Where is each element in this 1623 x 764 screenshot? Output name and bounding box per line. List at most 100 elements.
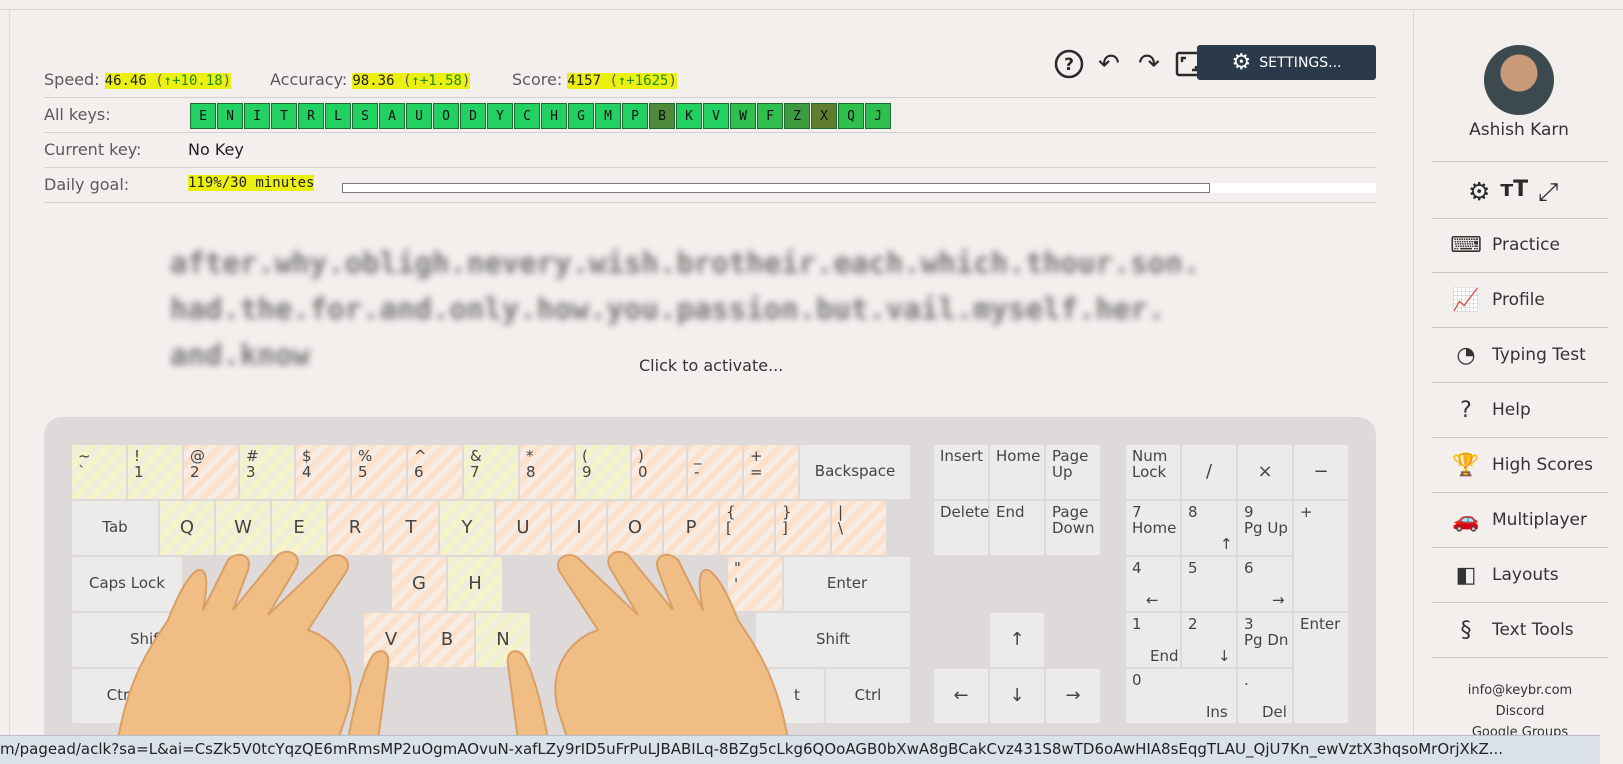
arrow-up-key: ↑ — [990, 613, 1044, 667]
sidebar-item-multiplayer[interactable]: 🚗 Multiplayer — [1432, 493, 1608, 547]
sidebar-item-label: High Scores — [1492, 455, 1593, 475]
backspace-key: Backspace — [800, 445, 910, 499]
key-progress-item[interactable]: C — [514, 103, 540, 129]
sidebar-item-label: Profile — [1492, 290, 1545, 310]
keyboard-key: Y — [440, 501, 494, 555]
keyboard-key: I — [552, 501, 606, 555]
score-label: Score: — [512, 70, 563, 89]
settings-label: SETTINGS... — [1259, 54, 1342, 71]
speed-value-wrap: 46.46 (↑+10.18) — [104, 73, 232, 89]
key-progress-item[interactable]: J — [865, 103, 891, 129]
speed-label: Speed: — [44, 70, 100, 89]
trophy-icon: 🏆 — [1452, 452, 1480, 478]
keyboard-key: + = — [744, 445, 798, 499]
keyboard-key: ( 9 — [576, 445, 630, 499]
settings-button[interactable]: ⚙ SETTINGS... — [1197, 45, 1376, 80]
sidebar-item-layouts[interactable]: ◧ Layouts — [1432, 548, 1608, 602]
sidebar-item-text-tools[interactable]: § Text Tools — [1432, 603, 1608, 657]
sidebar-item-profile[interactable]: 📈 Profile — [1432, 273, 1608, 327]
key-progress-item[interactable]: Q — [838, 103, 864, 129]
key-progress-item[interactable]: O — [433, 103, 459, 129]
key-progress-item[interactable]: U — [406, 103, 432, 129]
key-progress-item[interactable]: D — [460, 103, 486, 129]
keyboard-key: T — [384, 501, 438, 555]
key-progress-item[interactable]: M — [595, 103, 621, 129]
sidebar-item-label: Practice — [1492, 235, 1560, 255]
numpad-divide-key: / — [1182, 445, 1236, 499]
daily-goal-progress-bar — [342, 183, 1210, 193]
hands-illustration — [116, 550, 790, 740]
key-progress-item[interactable]: G — [568, 103, 594, 129]
insert-key: Insert — [934, 445, 988, 499]
sidebar-divider — [1432, 161, 1608, 162]
footer-email[interactable]: info@keybr.com — [1432, 683, 1608, 698]
all-keys-label: All keys: — [44, 105, 111, 124]
footer-discord[interactable]: Discord — [1432, 704, 1608, 719]
numpad-4-sublabel: ← — [1146, 591, 1159, 609]
key-progress-item[interactable]: W — [730, 103, 756, 129]
key-progress-item[interactable]: I — [244, 103, 270, 129]
keyboard-key: ! 1 — [128, 445, 182, 499]
layouts-icon: ◧ — [1455, 562, 1477, 588]
key-progress-item[interactable]: K — [676, 103, 702, 129]
current-key-label: Current key: — [44, 140, 142, 159]
numpad-0-sublabel: Ins — [1206, 703, 1228, 721]
sidebar-item-practice[interactable]: ⌨ Practice — [1432, 218, 1608, 272]
speed-stat: Speed: 46.46 (↑+10.18) — [44, 70, 232, 89]
sidebar-divider — [1432, 657, 1608, 658]
keyboard-key: P — [664, 501, 718, 555]
keyboard-key: _ - — [688, 445, 742, 499]
undo-icon[interactable]: ↶ — [1092, 47, 1126, 81]
key-progress-item[interactable]: Z — [784, 103, 810, 129]
accuracy-stat: Accuracy: 98.36 (↑+1.58) — [270, 70, 471, 89]
practice-text-line: had.the.for.and.only.how.you.passion.but… — [170, 292, 1166, 326]
key-progress-item[interactable]: Y — [487, 103, 513, 129]
speedometer-icon: ◔ — [1456, 342, 1476, 368]
accuracy-label: Accuracy: — [270, 70, 348, 89]
help-icon[interactable]: ? — [1052, 47, 1086, 81]
key-progress-item[interactable]: T — [271, 103, 297, 129]
key-progress-item[interactable]: L — [325, 103, 351, 129]
car-icon: 🚗 — [1452, 507, 1480, 533]
avatar[interactable] — [1484, 45, 1554, 115]
key-progress-item[interactable]: S — [352, 103, 378, 129]
sidebar-item-typing-test[interactable]: ◔ Typing Test — [1432, 328, 1608, 382]
activate-hint[interactable]: Click to activate... — [639, 356, 783, 375]
keyboard-key: # 3 — [240, 445, 294, 499]
numpad-5-key: 5 — [1182, 557, 1236, 611]
home-key: Home — [990, 445, 1044, 499]
key-progress-item[interactable]: B — [649, 103, 675, 129]
key-progress-item[interactable]: R — [298, 103, 324, 129]
sidebar-tools: ⚙ тT ⤢ — [1468, 177, 1558, 207]
key-progress-item[interactable]: X — [811, 103, 837, 129]
key-progress-item[interactable]: F — [757, 103, 783, 129]
key-progress-list: ENITRLSAUODYCHGMPBKVWFZXQJ — [190, 103, 892, 129]
arrow-right-key: → — [1046, 669, 1100, 723]
sidebar-item-help[interactable]: ? Help — [1432, 383, 1608, 437]
redo-icon[interactable]: ↷ — [1132, 47, 1166, 81]
font-size-icon[interactable]: тT — [1500, 177, 1528, 207]
theme-icon[interactable]: ⚙ — [1468, 177, 1490, 207]
score-stat: Score: 4157 (↑+1625) — [512, 70, 677, 89]
numpad-dot-sublabel: Del — [1262, 703, 1287, 721]
key-progress-item[interactable]: A — [379, 103, 405, 129]
key-progress-item[interactable]: H — [541, 103, 567, 129]
ctrl-right-key: Ctrl — [826, 669, 910, 723]
sidebar-item-high-scores[interactable]: 🏆 High Scores — [1432, 438, 1608, 492]
keyboard-icon: ⌨ — [1450, 232, 1482, 258]
key-progress-item[interactable]: P — [622, 103, 648, 129]
username[interactable]: Ashish Karn — [1430, 120, 1608, 140]
page-up-key: Page Up — [1046, 445, 1100, 499]
keyboard-key: ) 0 — [632, 445, 686, 499]
key-progress-item[interactable]: E — [190, 103, 216, 129]
accuracy-value-wrap: 98.36 (↑+1.58) — [352, 73, 471, 89]
status-bar-url: m/pagead/aclk?sa=L&ai=CsZk5V0tcYqzQE6mRm… — [0, 735, 1600, 764]
section-icon: § — [1460, 617, 1472, 643]
keyboard-key: * 8 — [520, 445, 574, 499]
key-progress-item[interactable]: N — [217, 103, 243, 129]
sidebar-item-label: Text Tools — [1492, 620, 1574, 640]
key-progress-item[interactable]: V — [703, 103, 729, 129]
numpad-2-sublabel: ↓ — [1218, 647, 1231, 665]
score-delta: ↑+1625 — [617, 73, 669, 89]
expand-icon[interactable]: ⤢ — [1538, 177, 1558, 207]
